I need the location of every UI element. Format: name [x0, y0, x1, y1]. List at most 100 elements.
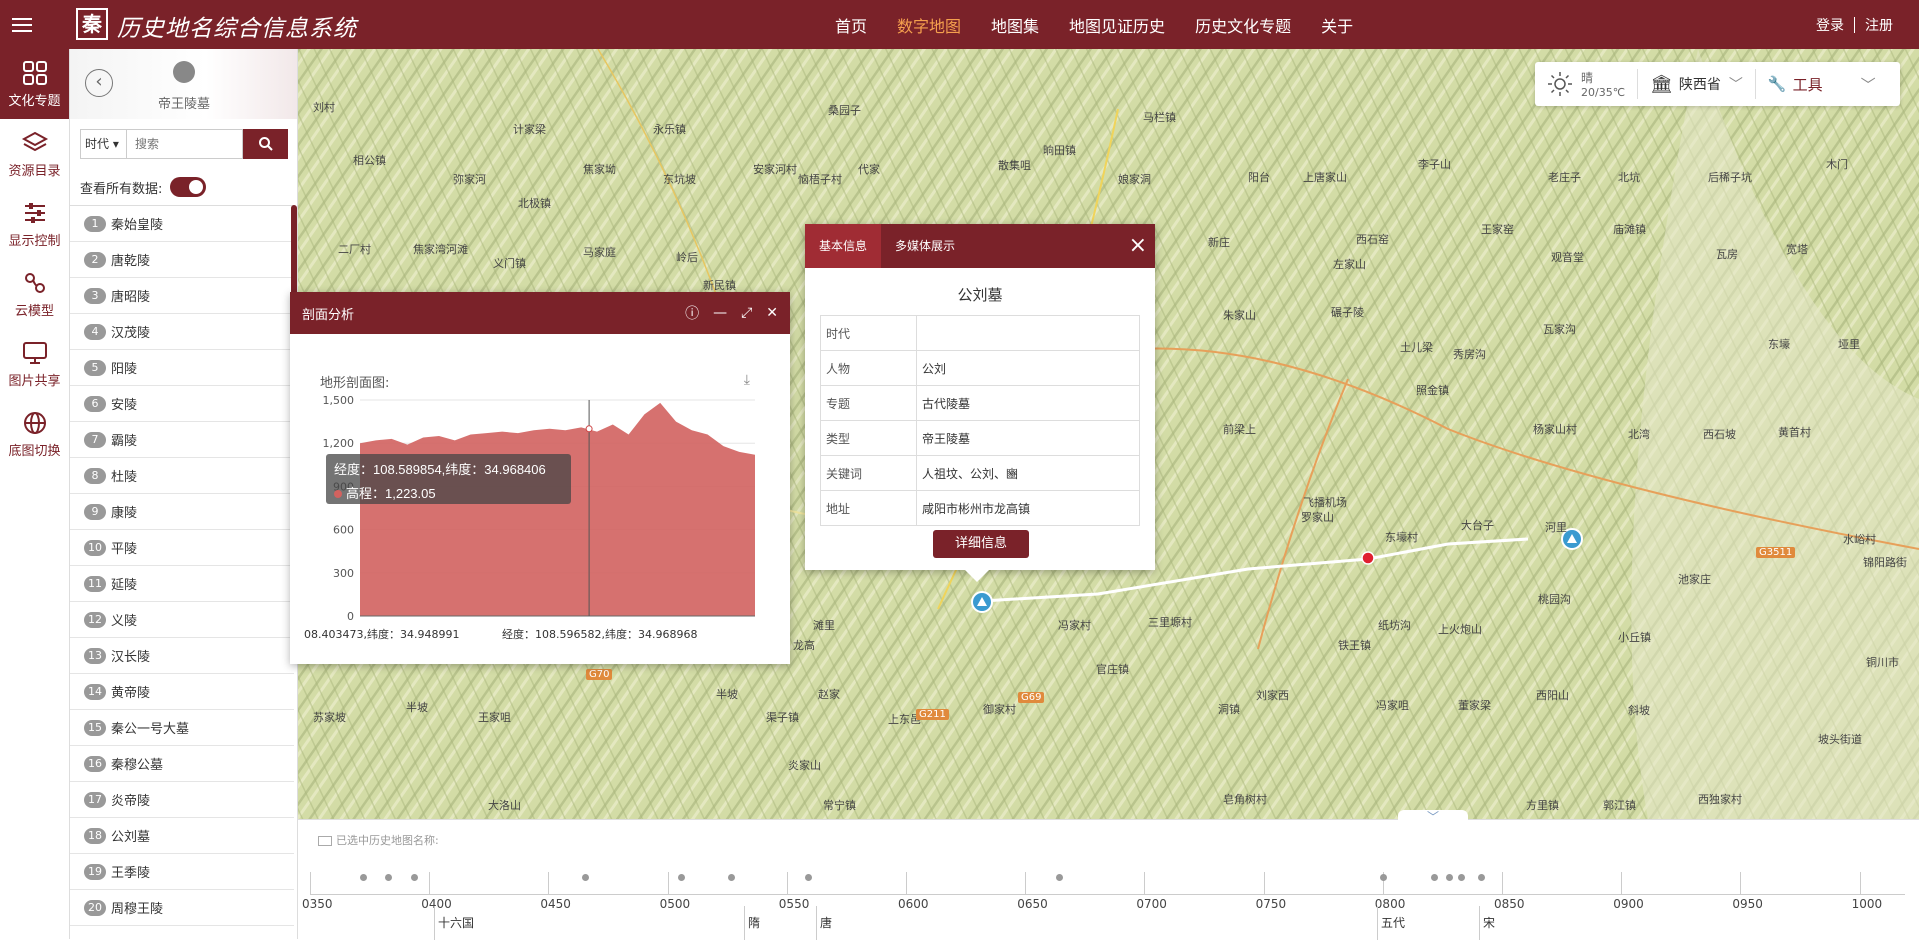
timeline-year[interactable]: 0400 — [421, 897, 452, 911]
sidenav-item[interactable]: 底图切换 — [0, 399, 69, 469]
tab-basic-info[interactable]: 基本信息 — [805, 224, 882, 268]
sidenav-item[interactable]: 图片共享 — [0, 329, 69, 399]
list-item[interactable]: 14 黄帝陵 — [70, 674, 294, 710]
map-place-label: 小丘镇 — [1618, 631, 1651, 644]
close-icon[interactable]: ✕ — [766, 305, 778, 321]
list-item[interactable]: 1 秦始皇陵 — [70, 206, 294, 242]
tools-button[interactable]: 🔧 工具 ﹀ — [1756, 74, 1888, 95]
list-item[interactable]: 11 延陵 — [70, 566, 294, 602]
timeline-era[interactable]: 五代 — [1381, 914, 1405, 931]
tab-multimedia[interactable]: 多媒体展示 — [881, 224, 969, 268]
list-item[interactable]: 20 周穆王陵 — [70, 890, 294, 926]
nav-item[interactable]: 关于 — [1321, 13, 1353, 37]
timeline-map-dot[interactable] — [582, 874, 589, 881]
list-item[interactable]: 8 杜陵 — [70, 458, 294, 494]
era-select[interactable]: 时代 ▾ — [80, 129, 127, 159]
sidenav-item[interactable]: 文化专题 — [0, 49, 69, 119]
map-place-label: 渠子镇 — [766, 711, 799, 724]
landmark-icon: 🏛 — [1650, 73, 1673, 95]
timeline-year[interactable]: 0550 — [779, 897, 810, 911]
view-all-toggle[interactable] — [170, 177, 207, 197]
sun-icon — [1548, 72, 1572, 96]
timeline-map-dot[interactable] — [411, 874, 418, 881]
sidenav-item[interactable]: 显示控制 — [0, 189, 69, 259]
timeline-era[interactable]: 宋 — [1483, 914, 1495, 931]
timeline-map-dot[interactable] — [1431, 874, 1438, 881]
timeline-year[interactable]: 0350 — [302, 897, 333, 911]
list-item[interactable]: 4 汉茂陵 — [70, 314, 294, 350]
info-row: 关键词 人祖坟、公刘、豳 — [820, 455, 1140, 491]
map-place-label: 黄首村 — [1778, 426, 1811, 439]
list-item[interactable]: 9 康陵 — [70, 494, 294, 530]
timeline-map-dot[interactable] — [728, 874, 735, 881]
timeline-year[interactable]: 0950 — [1732, 897, 1763, 911]
list-scrollbar[interactable] — [291, 205, 297, 305]
help-icon[interactable]: ⓘ — [685, 303, 699, 323]
timeline: ﹀ 已选中历史地图名称: 0350 0400 0450 0500 0550 0600 065… — [298, 810, 1919, 940]
timeline-map-dot[interactable] — [805, 874, 812, 881]
item-number: 15 — [84, 719, 106, 736]
province-select[interactable]: 🏛 陕西省 ﹀ — [1638, 69, 1756, 99]
timeline-year[interactable]: 0850 — [1494, 897, 1525, 911]
list-item[interactable]: 17 炎帝陵 — [70, 782, 294, 818]
timeline-map-dot[interactable] — [678, 874, 685, 881]
timeline-map-dot[interactable] — [385, 874, 392, 881]
login-link[interactable]: 登录 — [1816, 15, 1844, 35]
nav-item[interactable]: 数字地图 — [897, 13, 961, 37]
list-item[interactable]: 6 安陵 — [70, 386, 294, 422]
list-item[interactable]: 15 秦公一号大墓 — [70, 710, 294, 746]
timeline-year[interactable]: 0750 — [1256, 897, 1287, 911]
elevation-chart[interactable]: 03006009001,2001,500经度：108.589854,纬度：34.… — [290, 334, 790, 664]
menu-icon[interactable] — [12, 14, 32, 34]
list-item[interactable]: 12 义陵 — [70, 602, 294, 638]
timeline-year[interactable]: 0450 — [540, 897, 571, 911]
timeline-year[interactable]: 0650 — [1017, 897, 1048, 911]
timeline-era[interactable]: 十六国 — [438, 914, 474, 931]
map-place-label: 照金镇 — [1416, 384, 1449, 397]
weather-temp: 20/35℃ — [1581, 85, 1626, 99]
timeline-year[interactable]: 0500 — [660, 897, 691, 911]
list-item[interactable]: 5 阳陵 — [70, 350, 294, 386]
search-input[interactable] — [127, 129, 243, 159]
timeline-map-dot[interactable] — [1056, 874, 1063, 881]
nav-item[interactable]: 地图集 — [991, 13, 1039, 37]
list-item[interactable]: 18 公刘墓 — [70, 818, 294, 854]
timeline-year[interactable]: 0800 — [1375, 897, 1406, 911]
list-item[interactable]: 7 霸陵 — [70, 422, 294, 458]
timeline-era[interactable]: 唐 — [820, 914, 832, 931]
timeline-year[interactable]: 1000 — [1852, 897, 1883, 911]
nav-item[interactable]: 地图见证历史 — [1069, 13, 1165, 37]
sidenav-item[interactable]: 云模型 — [0, 259, 69, 329]
timeline-tick — [310, 872, 311, 894]
timeline-era[interactable]: 隋 — [748, 914, 760, 931]
timeline-year[interactable]: 0600 — [898, 897, 929, 911]
maximize-icon[interactable]: ⤢ — [741, 305, 752, 321]
minimize-icon[interactable]: — — [713, 305, 727, 321]
timeline-year[interactable]: 0900 — [1613, 897, 1644, 911]
chevron-down-icon[interactable]: ﹀ — [1398, 810, 1468, 824]
list-item[interactable]: 13 汉长陵 — [70, 638, 294, 674]
close-icon[interactable]: × — [1129, 224, 1147, 268]
list-item[interactable]: 19 王季陵 — [70, 854, 294, 890]
detail-button[interactable]: 详细信息 — [933, 530, 1029, 558]
nav-item[interactable]: 历史文化专题 — [1195, 13, 1291, 37]
timeline-map-dot[interactable] — [360, 874, 367, 881]
timeline-map-dot[interactable] — [1478, 874, 1485, 881]
timeline-map-dot[interactable] — [1458, 874, 1465, 881]
nav-item[interactable]: 首页 — [835, 13, 867, 37]
sidenav-item[interactable]: 资源目录 — [0, 119, 69, 189]
list-item[interactable]: 10 平陵 — [70, 530, 294, 566]
list-item[interactable]: 2 唐乾陵 — [70, 242, 294, 278]
timeline-year[interactable]: 0700 — [1136, 897, 1167, 911]
timeline-map-dot[interactable] — [1380, 874, 1387, 881]
search-button[interactable] — [243, 129, 288, 159]
list-item[interactable]: 3 唐昭陵 — [70, 278, 294, 314]
map-place-label: 皂角树村 — [1223, 793, 1267, 806]
timeline-map-dot[interactable] — [1446, 874, 1453, 881]
item-name: 平陵 — [111, 542, 138, 557]
map-place-label: 官庄镇 — [1096, 663, 1129, 676]
register-link[interactable]: 注册 — [1865, 15, 1893, 35]
list-item[interactable]: 16 秦穆公墓 — [70, 746, 294, 782]
map-place-label: 弥家河 — [453, 173, 486, 186]
search-icon — [258, 137, 273, 151]
